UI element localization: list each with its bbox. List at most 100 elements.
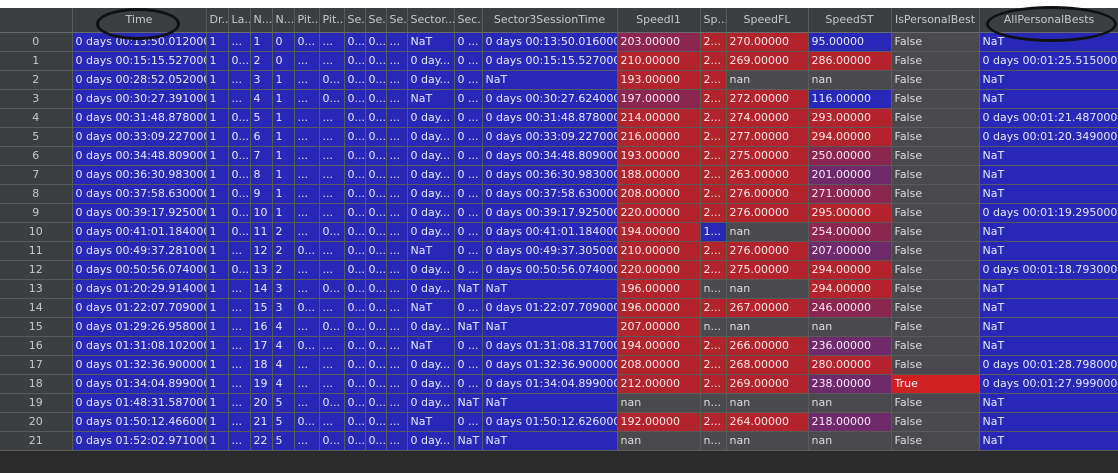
table-cell[interactable]: 0 ... xyxy=(454,355,483,375)
table-cell[interactable]: 0 ... xyxy=(454,108,483,128)
table-cell[interactable]: True xyxy=(891,374,980,394)
table-cell[interactable]: 194.00000 xyxy=(617,222,701,242)
table-cell[interactable]: NaT xyxy=(979,336,1118,356)
table-cell[interactable]: nan xyxy=(726,431,809,451)
table-cell[interactable]: ... xyxy=(386,412,408,432)
table-cell[interactable]: 0... xyxy=(319,431,345,451)
table-cell[interactable]: 1 xyxy=(206,431,229,451)
table-cell[interactable]: ... xyxy=(319,203,345,223)
table-cell[interactable]: ... xyxy=(228,279,251,299)
table-cell[interactable]: 1 xyxy=(206,260,229,280)
table-cell[interactable]: 0 days 01:22:07.709000 xyxy=(72,298,207,318)
table-cell[interactable]: 1 xyxy=(206,146,229,166)
table-row[interactable]: 13 0 days 01:20:29.914000 1... 14 3... 0... 0.… xyxy=(0,279,1118,299)
table-cell[interactable]: 0... xyxy=(228,51,251,71)
table-cell[interactable]: 0 ... xyxy=(454,260,483,280)
table-cell[interactable]: nan xyxy=(808,317,892,337)
table-cell[interactable]: ... xyxy=(386,222,408,242)
table-cell[interactable]: 0 days 01:32:36.900000 xyxy=(72,355,207,375)
table-cell[interactable]: ... xyxy=(228,412,251,432)
table-row[interactable]: 90 days 00:39:17.925000 1 0... 10 1...... 0..… xyxy=(0,203,1118,223)
table-cell[interactable]: 4 xyxy=(250,89,273,109)
table-cell[interactable]: 2 xyxy=(272,222,295,242)
column-header[interactable]: Se... xyxy=(365,8,387,33)
table-cell[interactable]: 0 day... xyxy=(407,165,455,185)
table-cell[interactable]: 3 xyxy=(272,279,295,299)
table-cell[interactable]: 0 day... xyxy=(407,70,455,90)
table-cell[interactable]: ... xyxy=(386,298,408,318)
table-cell[interactable]: 0 days 00:13:50.012000 xyxy=(72,32,207,52)
table-cell[interactable]: ... xyxy=(228,317,251,337)
table-cell[interactable]: NaT xyxy=(979,146,1118,166)
table-cell[interactable]: 2... xyxy=(700,374,727,394)
table-cell[interactable]: False xyxy=(891,184,980,204)
column-header[interactable]: Pit... xyxy=(294,8,320,33)
table-row[interactable]: 70 days 00:36:30.983000 1 0... 8 1...... 0...… xyxy=(0,165,1118,185)
row-index[interactable]: 11 xyxy=(0,241,73,261)
table-cell[interactable]: ... xyxy=(228,393,251,413)
table-cell[interactable]: 2... xyxy=(700,355,727,375)
table-cell[interactable]: ... xyxy=(386,108,408,128)
table-cell[interactable]: 193.00000 xyxy=(617,70,701,90)
table-cell[interactable]: n... xyxy=(700,393,727,413)
table-row[interactable]: 21 0 days 01:52:02.971000 1... 22 5... 0... 0.… xyxy=(0,431,1118,451)
table-cell[interactable]: NaT xyxy=(454,317,483,337)
table-cell[interactable]: ... xyxy=(228,32,251,52)
table-cell[interactable]: 0 ... xyxy=(454,89,483,109)
table-cell[interactable]: 0... xyxy=(344,70,366,90)
table-cell[interactable]: False xyxy=(891,32,980,52)
table-cell[interactable]: ... xyxy=(386,431,408,451)
table-cell[interactable]: ... xyxy=(294,317,320,337)
table-cell[interactable]: NaT xyxy=(979,165,1118,185)
table-cell[interactable]: 0 ... xyxy=(454,374,483,394)
table-cell[interactable]: False xyxy=(891,393,980,413)
table-row[interactable]: 14 0 days 01:22:07.709000 1... 15 3 0...... 0.… xyxy=(0,298,1118,318)
table-cell[interactable]: 0 days 01:50:12.626000 xyxy=(482,412,618,432)
column-header[interactable]: La... xyxy=(228,8,251,33)
table-cell[interactable]: 4 xyxy=(272,336,295,356)
table-cell[interactable]: 269.00000 xyxy=(726,374,809,394)
table-cell[interactable]: 0... xyxy=(365,355,387,375)
table-cell[interactable]: 7 xyxy=(250,146,273,166)
table-cell[interactable]: ... xyxy=(319,241,345,261)
table-cell[interactable]: 0 ... xyxy=(454,222,483,242)
table-cell[interactable]: 0 days 00:01:27.999000 xyxy=(979,374,1118,394)
table-cell[interactable]: NaT xyxy=(407,89,455,109)
table-cell[interactable]: NaT xyxy=(979,279,1118,299)
table-cell[interactable]: NaT xyxy=(454,279,483,299)
table-cell[interactable]: 220.00000 xyxy=(617,260,701,280)
table-cell[interactable]: 207.00000 xyxy=(808,241,892,261)
table-cell[interactable]: 250.00000 xyxy=(808,146,892,166)
table-cell[interactable]: 0 days 00:50:56.074000 xyxy=(72,260,207,280)
row-index[interactable]: 0 xyxy=(0,32,73,52)
table-cell[interactable]: 0 ... xyxy=(454,32,483,52)
table-cell[interactable]: 280.00000 xyxy=(808,355,892,375)
table-cell[interactable]: 3 xyxy=(250,70,273,90)
row-index[interactable]: 5 xyxy=(0,127,73,147)
table-cell[interactable]: 263.00000 xyxy=(726,165,809,185)
row-index[interactable]: 19 xyxy=(0,393,73,413)
table-cell[interactable]: 0... xyxy=(344,241,366,261)
table-cell[interactable]: 1 xyxy=(206,336,229,356)
table-cell[interactable]: 0 day... xyxy=(407,374,455,394)
table-cell[interactable]: ... xyxy=(294,393,320,413)
table-row[interactable]: 11 0 days 00:49:37.281000 1... 12 2 0...... 0.… xyxy=(0,241,1118,261)
table-cell[interactable]: ... xyxy=(386,260,408,280)
table-cell[interactable]: 216.00000 xyxy=(617,127,701,147)
table-cell[interactable]: False xyxy=(891,51,980,71)
table-cell[interactable]: 0 ... xyxy=(454,336,483,356)
row-index[interactable]: 17 xyxy=(0,355,73,375)
table-cell[interactable]: 0... xyxy=(344,317,366,337)
table-cell[interactable]: 2... xyxy=(700,336,727,356)
table-cell[interactable]: NaT xyxy=(979,317,1118,337)
table-cell[interactable]: ... xyxy=(294,184,320,204)
table-cell[interactable]: 18 xyxy=(250,355,273,375)
table-cell[interactable]: 0 days 00:33:09.227000 xyxy=(482,127,618,147)
table-cell[interactable]: False xyxy=(891,146,980,166)
table-cell[interactable]: 0... xyxy=(365,393,387,413)
table-cell[interactable]: 267.00000 xyxy=(726,298,809,318)
table-cell[interactable]: 0 days 00:33:09.227000 xyxy=(72,127,207,147)
table-cell[interactable]: False xyxy=(891,108,980,128)
table-cell[interactable]: 0... xyxy=(365,431,387,451)
table-cell[interactable]: 14 xyxy=(250,279,273,299)
